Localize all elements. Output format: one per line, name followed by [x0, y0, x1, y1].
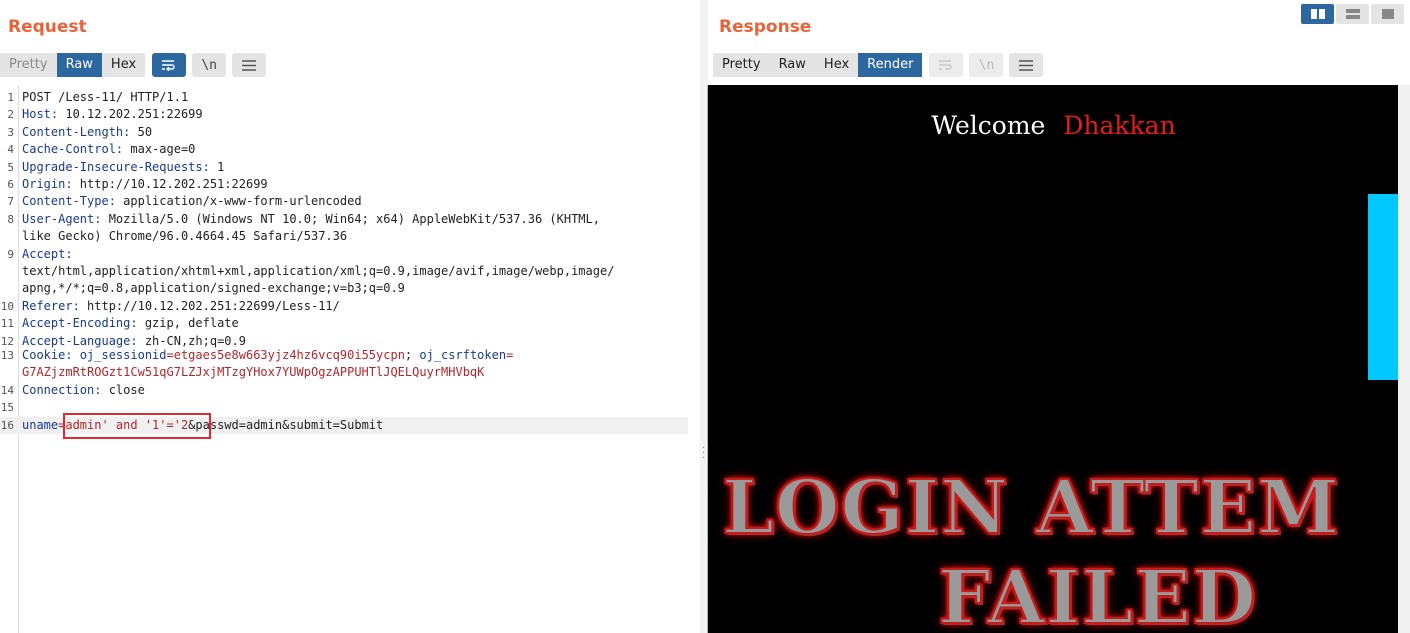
login-failed-line-2: FAILED [937, 554, 1257, 633]
username: Dhakkan [1063, 111, 1176, 140]
editor-line: 6 Origin: http://10.12.202.251:22699 [7, 177, 268, 191]
response-toolbar: Pretty Raw Hex Render \n [713, 53, 1044, 77]
editor-line: text/html,application/xhtml+xml,applicat… [22, 264, 615, 278]
editor-line: 1 POST /Less-11/ HTTP/1.1 [7, 90, 189, 104]
menu-icon[interactable] [232, 53, 267, 77]
editor-line: 14 Connection: close [0, 382, 145, 397]
editor-line: 2 Host: 10.12.202.251:22699 [7, 107, 203, 122]
injection-highlight-box [63, 413, 211, 439]
response-scrollbar[interactable] [1398, 85, 1410, 633]
response-render-area[interactable]: Welcome Dhakkan LOGIN ATTEM FAILED [707, 85, 1399, 633]
single-pane-icon[interactable] [1371, 4, 1404, 24]
editor-line: G7AZjzmRtROGzt1Cw51qG7LZJxjMTzgYHox7YUWp… [22, 365, 485, 380]
split-vertical-icon[interactable] [1336, 4, 1369, 24]
editor-line: like Gecko) Chrome/96.0.4664.45 Safari/5… [22, 229, 348, 244]
editor-line: 11 Accept-Encoding: gzip, deflate [0, 316, 239, 331]
editor-line: 5 Upgrade-Insecure-Requests: 1 [7, 159, 225, 174]
editor-line: apng,*/*;q=0.8,application/signed-exchan… [22, 281, 405, 296]
tab-hex[interactable]: Hex [101, 53, 146, 77]
tab-pretty[interactable]: Pretty [713, 53, 770, 77]
tab-raw[interactable]: Raw [56, 53, 102, 77]
request-editor[interactable]: 1 POST /Less-11/ HTTP/1.1 2 Host: 10.12.202… [0, 85, 700, 633]
editor-line: 3 Content-Length: 50 [7, 124, 153, 139]
tab-pretty[interactable]: Pretty [0, 53, 57, 77]
welcome-message: Welcome Dhakkan [931, 111, 1176, 140]
editor-line: 7 Content-Type: application/x-www-form-ur… [7, 194, 362, 209]
menu-icon[interactable] [1009, 53, 1044, 77]
editor-line: 13 Cookie: oj_sessionid=etgaes5e8w663yjz4… [0, 348, 514, 362]
editor-line: 10 Referer: http://10.12.202.251:22699/Le… [0, 298, 340, 313]
wrap-icon[interactable] [152, 53, 187, 77]
newline-icon[interactable]: \n [192, 53, 227, 77]
divider-handle-icon[interactable]: · · · [702, 444, 705, 464]
request-title: Request [8, 17, 87, 37]
view-toggle [1299, 4, 1404, 24]
tab-hex[interactable]: Hex [814, 53, 859, 77]
wrap-icon [929, 53, 964, 77]
decorative-bar [1368, 194, 1398, 380]
newline-icon: \n [969, 53, 1004, 77]
tab-raw[interactable]: Raw [769, 53, 815, 77]
response-title: Response [719, 17, 812, 37]
login-failed-line-1: LOGIN ATTEM [721, 464, 1340, 552]
editor-line: 4 Cache-Control: max-age=0 [7, 142, 196, 157]
editor-line: 9 Accept: [7, 246, 73, 261]
editor-line: 8 User-Agent: Mozilla/5.0 (Windows NT 10.… [7, 211, 600, 226]
tab-render[interactable]: Render [858, 53, 923, 77]
split-horizontal-icon[interactable] [1301, 4, 1334, 24]
request-toolbar: Pretty Raw Hex \n [0, 53, 267, 77]
